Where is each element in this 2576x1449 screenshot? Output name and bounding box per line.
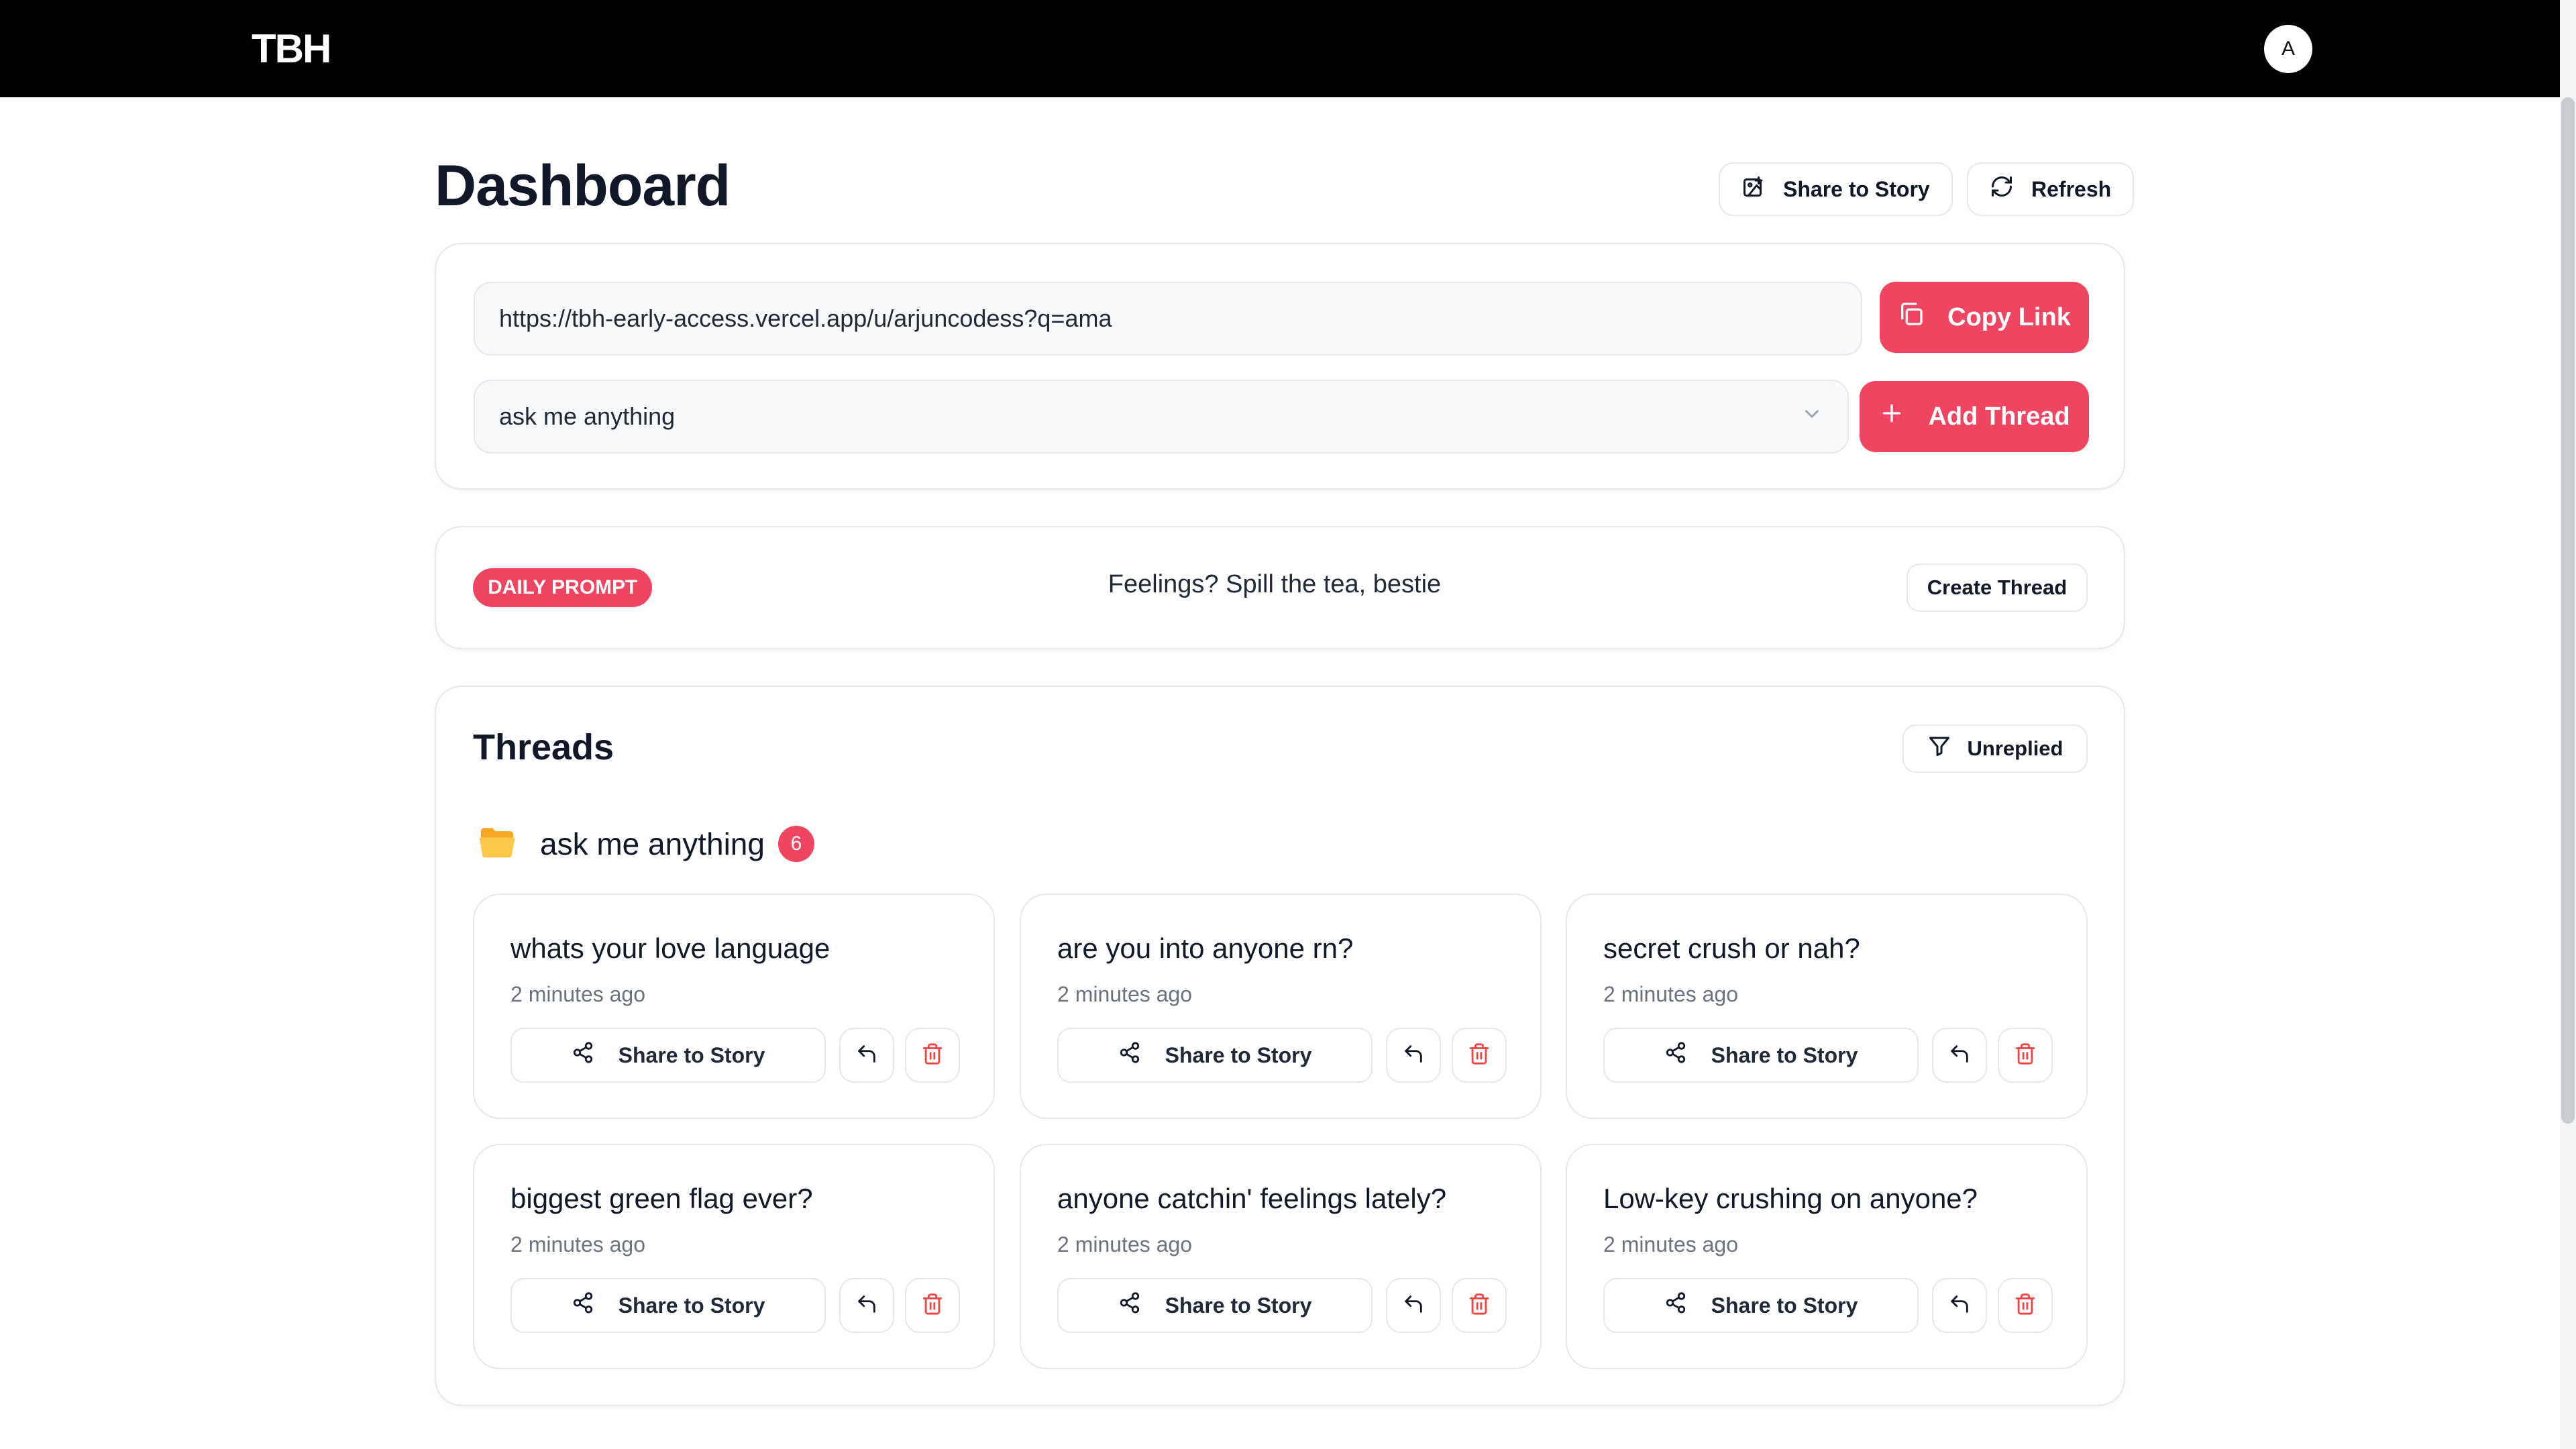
reply-icon bbox=[855, 1042, 878, 1069]
chevron-down-icon bbox=[1801, 402, 1823, 431]
thread-share-button[interactable]: Share to Story bbox=[1057, 1278, 1373, 1333]
refresh-button[interactable]: Refresh bbox=[1967, 162, 2135, 216]
thread-card[interactable]: biggest green flag ever? 2 minutes ago S… bbox=[473, 1144, 995, 1369]
thread-share-button[interactable]: Share to Story bbox=[1057, 1028, 1373, 1083]
thread-card[interactable]: secret crush or nah? 2 minutes ago Share… bbox=[1566, 894, 2088, 1119]
thread-count-badge: 6 bbox=[777, 826, 814, 862]
thread-card[interactable]: Low-key crushing on anyone? 2 minutes ag… bbox=[1566, 1144, 2088, 1369]
share-icon bbox=[572, 1291, 594, 1320]
thread-share-label: Share to Story bbox=[1165, 1042, 1312, 1067]
refresh-label: Refresh bbox=[2031, 176, 2112, 201]
reply-icon bbox=[1948, 1042, 1971, 1069]
thread-timestamp: 2 minutes ago bbox=[1057, 1232, 1193, 1256]
delete-button[interactable] bbox=[905, 1028, 960, 1083]
share-icon bbox=[1664, 1041, 1687, 1069]
page-title: Dashboard bbox=[435, 154, 731, 218]
delete-button[interactable] bbox=[1452, 1278, 1507, 1333]
thread-timestamp: 2 minutes ago bbox=[1603, 1232, 1739, 1256]
share-icon bbox=[1118, 1291, 1141, 1320]
reply-icon bbox=[855, 1293, 878, 1319]
folder-icon bbox=[473, 823, 521, 865]
reply-button[interactable] bbox=[1386, 1028, 1441, 1083]
thread-share-label: Share to Story bbox=[1711, 1042, 1858, 1067]
thread-timestamp: 2 minutes ago bbox=[1603, 982, 1739, 1006]
copy-icon bbox=[1898, 301, 1925, 334]
user-avatar[interactable]: A bbox=[2264, 25, 2312, 73]
thread-share-label: Share to Story bbox=[618, 1293, 765, 1318]
share-link-input[interactable]: https://tbh-early-access.vercel.app/u/ar… bbox=[474, 282, 1862, 356]
thread-share-label: Share to Story bbox=[618, 1042, 765, 1067]
share-to-story-button[interactable]: Share to Story bbox=[1719, 162, 1953, 216]
reply-button[interactable] bbox=[839, 1028, 894, 1083]
delete-button[interactable] bbox=[1452, 1028, 1507, 1083]
share-to-story-label: Share to Story bbox=[1783, 176, 1930, 201]
reply-button[interactable] bbox=[839, 1278, 894, 1333]
delete-button[interactable] bbox=[905, 1278, 960, 1333]
create-thread-button[interactable]: Create Thread bbox=[1907, 564, 2088, 612]
image-share-icon bbox=[1741, 174, 1766, 204]
thread-group-header[interactable]: ask me anything 6 bbox=[473, 820, 814, 868]
plus-icon bbox=[1878, 400, 1905, 433]
thread-share-button[interactable]: Share to Story bbox=[1603, 1278, 1919, 1333]
unreplied-filter-button[interactable]: Unreplied bbox=[1902, 724, 2088, 773]
trash-icon bbox=[921, 1042, 944, 1069]
daily-prompt-text: Feelings? Spill the tea, bestie bbox=[1108, 570, 1442, 598]
delete-button[interactable] bbox=[1998, 1278, 2053, 1333]
thread-question: anyone catchin' feelings lately? bbox=[1057, 1183, 1447, 1214]
thread-timestamp: 2 minutes ago bbox=[1057, 982, 1193, 1006]
trash-icon bbox=[921, 1293, 944, 1319]
thread-timestamp: 2 minutes ago bbox=[511, 1232, 646, 1256]
thread-timestamp: 2 minutes ago bbox=[511, 982, 646, 1006]
filter-icon bbox=[1927, 734, 1951, 763]
thread-question: are you into anyone rn? bbox=[1057, 932, 1354, 964]
trash-icon bbox=[1468, 1042, 1491, 1069]
copy-link-button[interactable]: Copy Link bbox=[1880, 282, 2089, 353]
reply-icon bbox=[1402, 1042, 1425, 1069]
thread-question: whats your love language bbox=[511, 932, 830, 964]
daily-prompt-badge: DAILY PROMPT bbox=[473, 568, 653, 607]
scrollbar-thumb[interactable] bbox=[2561, 97, 2575, 1124]
thread-share-label: Share to Story bbox=[1711, 1293, 1858, 1318]
thread-share-label: Share to Story bbox=[1165, 1293, 1312, 1318]
thread-question: biggest green flag ever? bbox=[511, 1183, 813, 1214]
thread-card[interactable]: anyone catchin' feelings lately? 2 minut… bbox=[1020, 1144, 1542, 1369]
copy-link-label: Copy Link bbox=[1947, 303, 2071, 331]
share-link-card: https://tbh-early-access.vercel.app/u/ar… bbox=[435, 243, 2125, 490]
thread-select[interactable]: ask me anything bbox=[474, 380, 1849, 453]
trash-icon bbox=[1468, 1293, 1491, 1319]
thread-question: secret crush or nah? bbox=[1603, 932, 1860, 964]
share-icon bbox=[1664, 1291, 1687, 1320]
unreplied-filter-label: Unreplied bbox=[1967, 737, 2063, 760]
threads-title: Threads bbox=[473, 727, 614, 767]
thread-card[interactable]: are you into anyone rn? 2 minutes ago Sh… bbox=[1020, 894, 1542, 1119]
trash-icon bbox=[2014, 1293, 2037, 1319]
share-icon bbox=[1118, 1041, 1141, 1069]
trash-icon bbox=[2014, 1042, 2037, 1069]
add-thread-button[interactable]: Add Thread bbox=[1860, 381, 2089, 452]
reply-button[interactable] bbox=[1932, 1278, 1987, 1333]
thread-share-button[interactable]: Share to Story bbox=[1603, 1028, 1919, 1083]
reply-icon bbox=[1402, 1293, 1425, 1319]
thread-group-name: ask me anything bbox=[540, 826, 765, 861]
thread-question: Low-key crushing on anyone? bbox=[1603, 1183, 1978, 1214]
thread-select-value: ask me anything bbox=[499, 402, 676, 430]
thread-card[interactable]: whats your love language 2 minutes ago S… bbox=[473, 894, 995, 1119]
share-icon bbox=[572, 1041, 594, 1069]
reply-button[interactable] bbox=[1386, 1278, 1441, 1333]
top-navbar: TBH A bbox=[0, 0, 2560, 97]
app-logo[interactable]: TBH bbox=[252, 27, 331, 71]
add-thread-label: Add Thread bbox=[1928, 402, 2070, 431]
reply-icon bbox=[1948, 1293, 1971, 1319]
refresh-icon bbox=[1990, 174, 2014, 204]
reply-button[interactable] bbox=[1932, 1028, 1987, 1083]
thread-share-button[interactable]: Share to Story bbox=[511, 1278, 826, 1333]
thread-share-button[interactable]: Share to Story bbox=[511, 1028, 826, 1083]
delete-button[interactable] bbox=[1998, 1028, 2053, 1083]
